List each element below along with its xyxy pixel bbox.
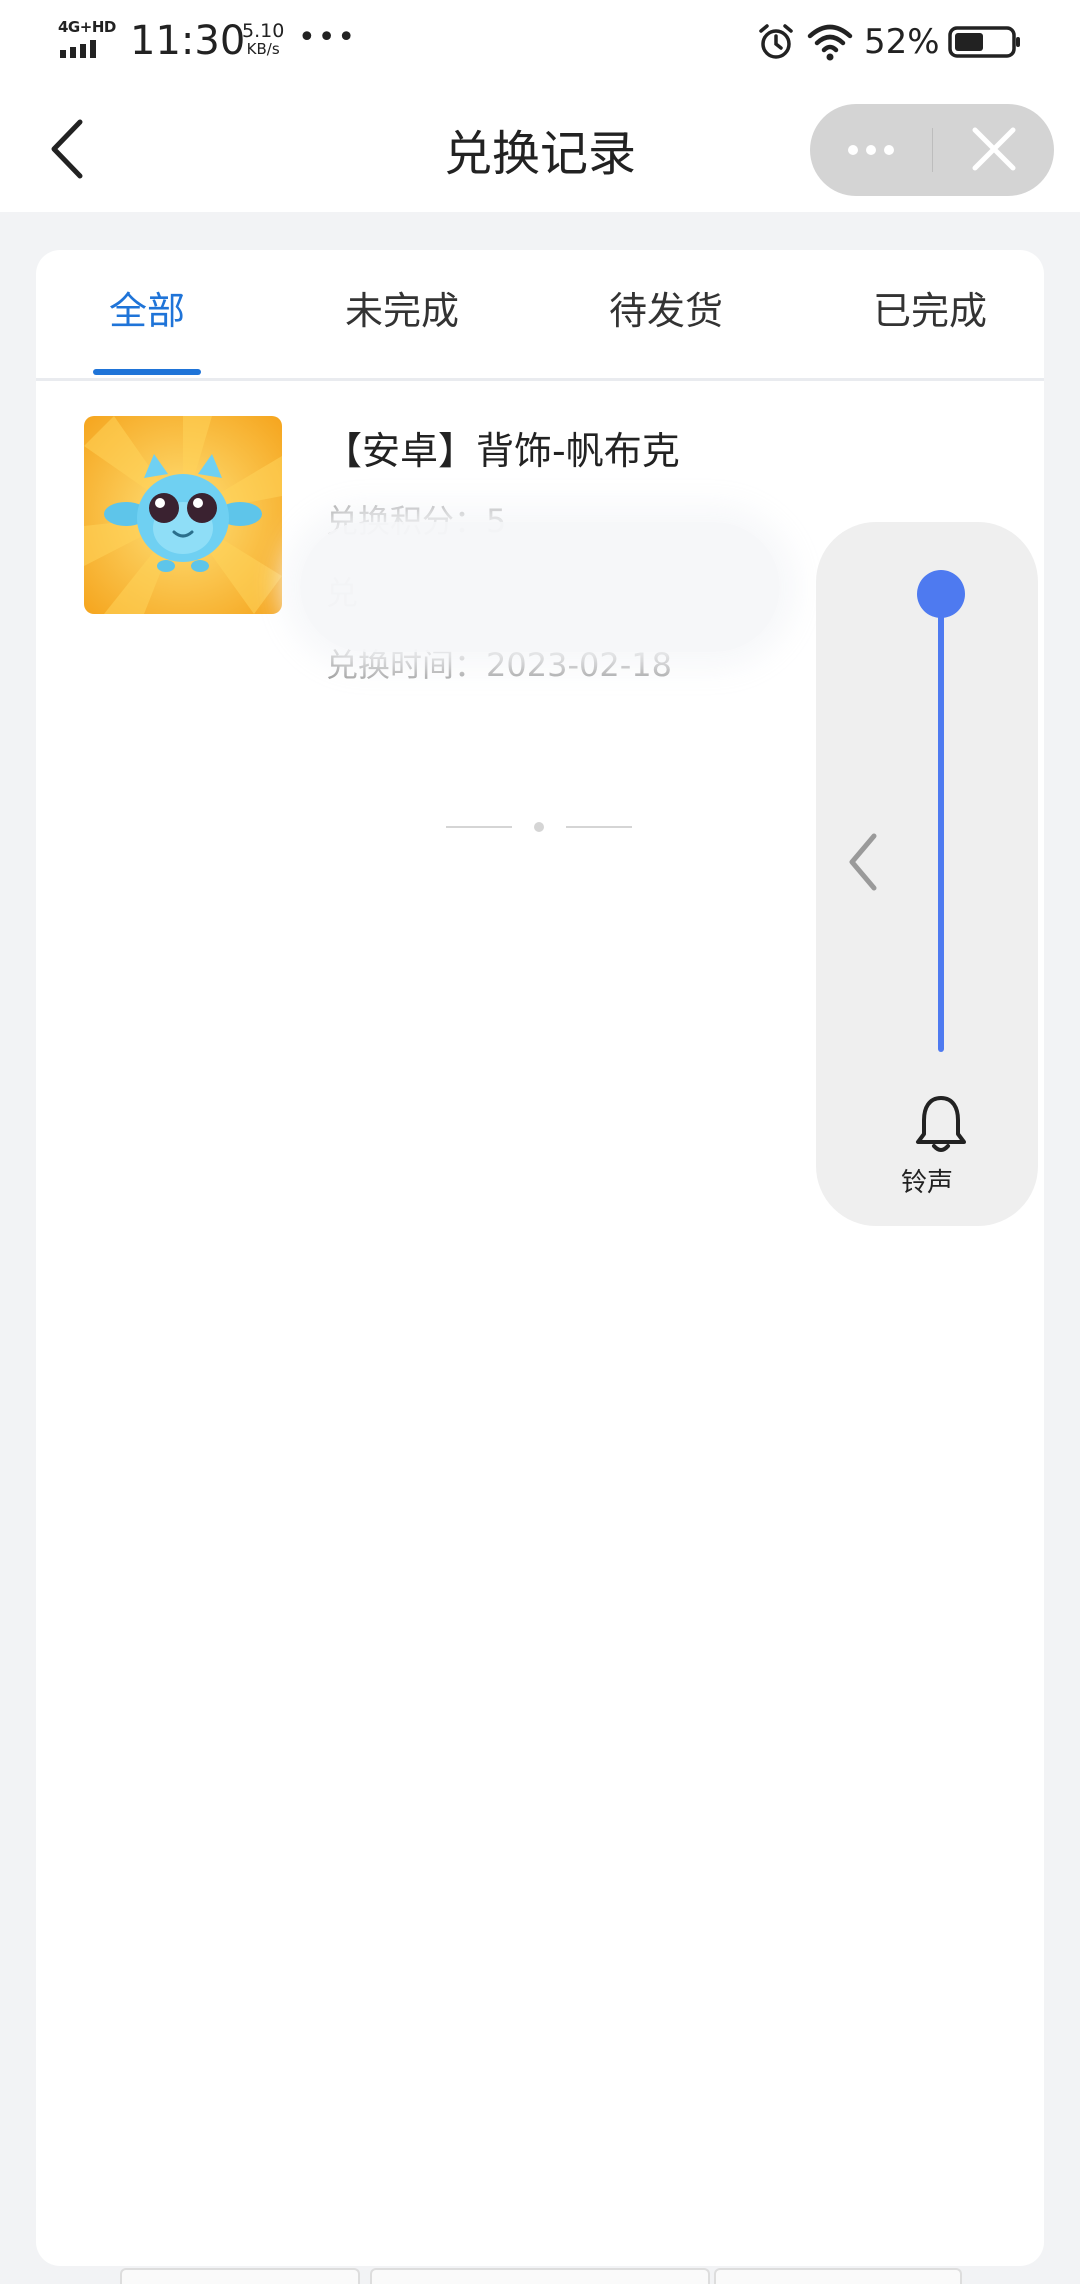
bottom-peek-tab <box>714 2268 962 2284</box>
close-icon <box>972 127 1016 171</box>
tab-all[interactable]: 全部 <box>66 280 228 335</box>
collapse-panel-button[interactable] <box>830 822 900 902</box>
status-overflow-dots: ••• <box>298 20 358 55</box>
tab-bar: 全部 未完成 待发货 已完成 <box>36 250 1044 381</box>
battery-icon <box>948 26 1020 58</box>
speed-value: 5.10 <box>242 20 285 42</box>
bell-icon <box>916 1096 966 1152</box>
mini-program-capsule <box>810 104 1054 196</box>
alarm-icon <box>759 24 793 59</box>
redaction-blur <box>300 522 780 652</box>
battery-percent: 52% <box>864 22 940 62</box>
blue-creature-icon <box>84 416 282 614</box>
network-type: 4G+HD <box>58 18 116 36</box>
volume-slider-knob[interactable] <box>917 570 965 618</box>
wifi-icon <box>807 24 853 61</box>
status-bar: 4G+HD 11:30 5.10 KB/s ••• 52% <box>0 0 1080 84</box>
tab-pending-shipment[interactable]: 待发货 <box>576 280 756 335</box>
navigation-bar: 兑换记录 <box>0 84 1080 212</box>
close-button[interactable] <box>933 104 1054 196</box>
clock: 11:30 <box>130 18 246 64</box>
tab-incomplete[interactable]: 未完成 <box>312 280 492 335</box>
bottom-peek-tab <box>370 2268 710 2284</box>
bottom-peek-tab <box>120 2268 360 2284</box>
signal-bars-icon <box>60 40 96 58</box>
more-button[interactable] <box>810 104 932 196</box>
speed-unit: KB/s <box>246 40 280 58</box>
ringtone-label: 铃声 <box>900 1168 953 1198</box>
volume-panel: 铃声 <box>816 522 1038 1226</box>
tab-completed[interactable]: 已完成 <box>840 280 1020 335</box>
active-tab-indicator <box>93 369 201 375</box>
volume-slider-track[interactable] <box>938 594 944 1052</box>
network-indicator: 4G+HD <box>58 18 118 60</box>
record-title: 【安卓】背饰-帆布克 <box>324 429 680 473</box>
network-speed: 5.10 KB/s <box>242 20 285 58</box>
end-of-list-divider <box>446 822 632 832</box>
more-dots-icon <box>848 145 894 155</box>
chevron-left-icon <box>849 833 877 891</box>
